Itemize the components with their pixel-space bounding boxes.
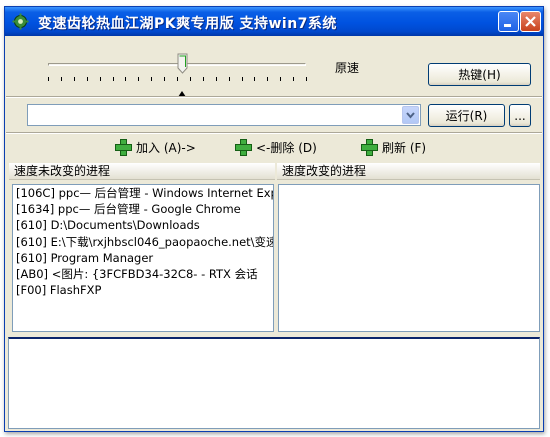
slider-tick: [177, 77, 178, 81]
list-item[interactable]: [610] E:\下载\rxjhbscl046_paopaoche.net\变速…: [13, 234, 273, 250]
slider-tick: [73, 77, 75, 81]
slider-tick: [293, 77, 295, 81]
slider-thumb[interactable]: [177, 53, 188, 74]
changed-list-header: 速度改变的进程: [277, 163, 540, 180]
refresh-button[interactable]: 刷新 (F): [361, 137, 426, 157]
list-item[interactable]: [F00] FlashFXP: [13, 282, 273, 298]
list-item[interactable]: [610] Program Manager: [13, 250, 273, 266]
refresh-icon: [361, 138, 378, 156]
hotkey-button[interactable]: 热键(H): [428, 63, 531, 86]
gear-app-icon: [12, 13, 29, 30]
slider-tick: [48, 77, 49, 81]
mid-divider: [6, 132, 542, 134]
speed-label: 原速: [335, 61, 360, 75]
slider-tick: [228, 77, 230, 81]
unchanged-list-header: 速度未改变的进程: [9, 163, 275, 180]
slider-tick: [86, 77, 88, 81]
list-item[interactable]: [610] D:\Documents\Downloads: [13, 217, 273, 233]
process-path-combobox[interactable]: [27, 104, 421, 126]
remove-icon: [235, 138, 252, 156]
window-title: 变速齿轮热血江湖PK爽专用版 支持win7系统: [38, 16, 337, 32]
refresh-label: 刷新 (F): [382, 140, 427, 155]
close-button[interactable]: [520, 11, 541, 32]
list-item[interactable]: [AB0] <图片: {3FCFBD34-32C8- - RTX 会话: [13, 266, 273, 282]
slider-tick: [306, 77, 307, 81]
minimize-button[interactable]: [498, 11, 519, 32]
slider-tick: [241, 77, 243, 81]
chevron-down-icon: [406, 112, 415, 119]
slider-tick: [112, 77, 114, 81]
add-label: 加入 (A)->: [136, 140, 196, 155]
changed-process-list[interactable]: [278, 184, 540, 332]
slider-tick: [215, 77, 217, 81]
close-icon: [525, 16, 536, 27]
top-divider: [6, 96, 542, 98]
list-item[interactable]: [106C] ppc— 后台管理 - Windows Internet Expl…: [13, 185, 273, 201]
app-window: 变速齿轮热血江湖PK爽专用版 支持win7系统 原速 热键(H) 运行(R) .…: [4, 6, 544, 432]
slider-ticks: [42, 77, 312, 83]
add-process-button[interactable]: 加入 (A)->: [115, 137, 196, 157]
add-icon: [115, 138, 132, 156]
slider-tick: [202, 77, 204, 81]
run-button[interactable]: 运行(R): [428, 104, 505, 127]
remove-process-button[interactable]: <-删除 (D): [235, 137, 317, 157]
list-item[interactable]: [1634] ppc— 后台管理 - Google Chrome: [13, 201, 273, 217]
log-pane: [8, 337, 540, 429]
slider-tick: [267, 77, 269, 81]
slider-tick: [99, 77, 101, 81]
slider-tick: [189, 77, 191, 81]
remove-label: <-删除 (D): [256, 140, 317, 155]
combo-dropdown-button[interactable]: [402, 106, 419, 124]
slider-tick: [60, 77, 62, 81]
slider-tick: [151, 77, 153, 81]
unchanged-process-list[interactable]: [106C] ppc— 后台管理 - Windows Internet Expl…: [12, 184, 274, 332]
title-bar[interactable]: 变速齿轮热血江湖PK爽专用版 支持win7系统: [5, 7, 543, 36]
slider-tick: [138, 77, 140, 81]
slider-tick: [125, 77, 127, 81]
slider-tick: [254, 77, 256, 81]
minimize-icon: [504, 24, 511, 27]
speed-slider[interactable]: [42, 51, 312, 101]
browse-button[interactable]: ...: [509, 104, 531, 127]
slider-tick: [164, 77, 166, 81]
slider-tick: [280, 77, 282, 81]
